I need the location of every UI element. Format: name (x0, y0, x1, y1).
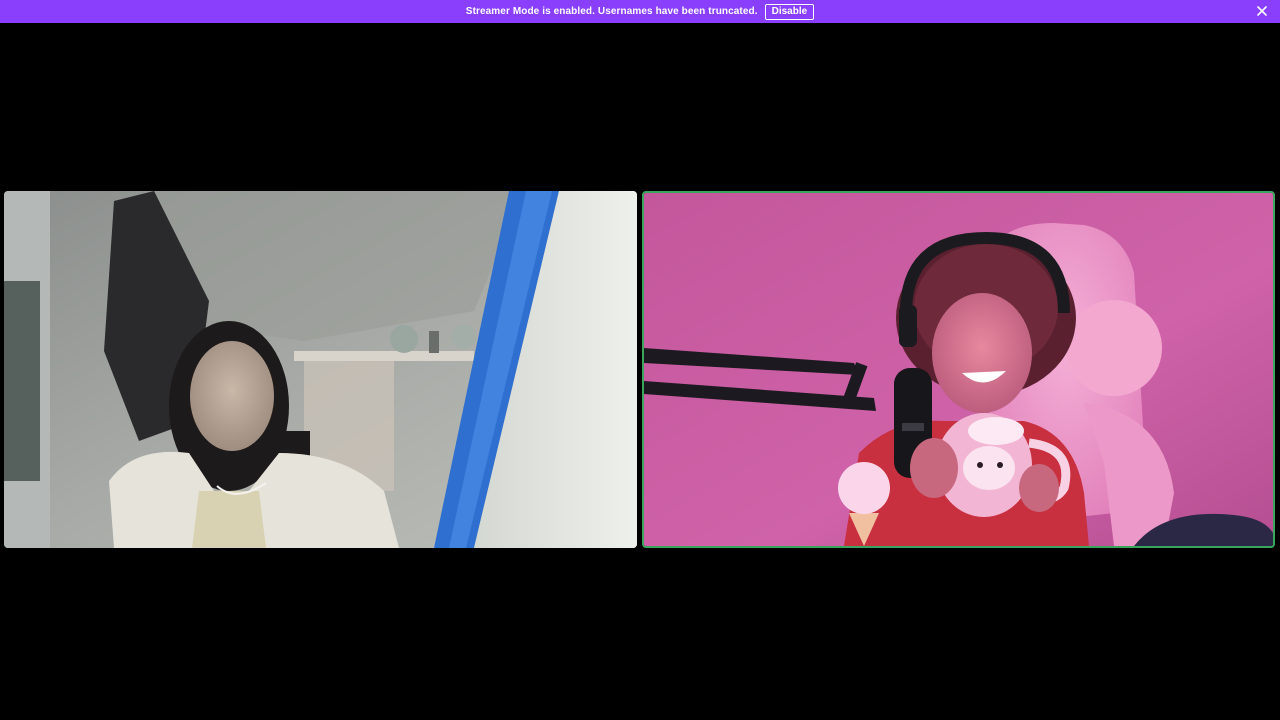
streamer-mode-banner: Streamer Mode is enabled. Usernames have… (0, 0, 1280, 23)
streamer-mode-message: Streamer Mode is enabled. Usernames have… (465, 6, 758, 17)
video-tile-participant-2[interactable] (642, 191, 1275, 548)
participant-2-video-feed (644, 193, 1273, 546)
participant-1-video-feed (4, 191, 637, 548)
video-tile-participant-1[interactable] (4, 191, 637, 548)
call-window: Streamer Mode is enabled. Usernames have… (0, 0, 1280, 720)
disable-streamer-mode-button[interactable]: Disable (764, 3, 815, 20)
close-icon[interactable] (1256, 5, 1268, 17)
